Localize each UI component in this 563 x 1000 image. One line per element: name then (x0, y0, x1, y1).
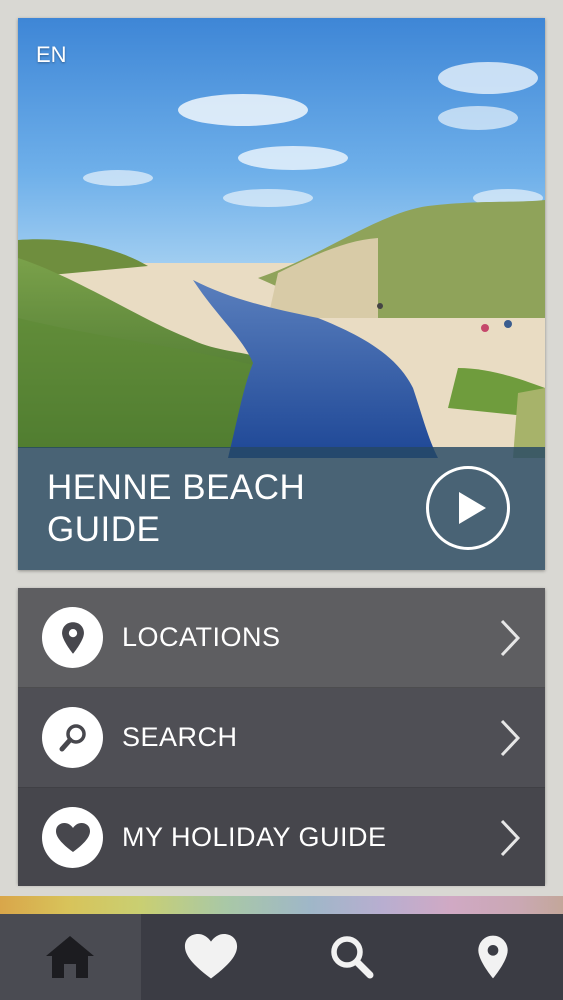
menu-item-label: MY HOLIDAY GUIDE (122, 822, 387, 852)
chevron-right-icon (500, 619, 521, 657)
chevron-right-icon (500, 819, 521, 857)
tab-locations[interactable] (422, 914, 563, 1000)
color-strip (0, 896, 563, 914)
play-icon (459, 492, 486, 524)
app-title-line2: GUIDE (47, 510, 161, 549)
hero-banner[interactable]: EN HENNE BEACH GUIDE (18, 18, 545, 570)
language-toggle[interactable]: EN (36, 42, 67, 68)
map-pin-icon (61, 621, 84, 654)
menu-item-label: SEARCH (122, 722, 238, 752)
tab-home[interactable] (0, 914, 141, 1000)
menu-icon-circle (42, 807, 103, 868)
search-icon (331, 936, 374, 979)
title-band: HENNE BEACH GUIDE (18, 447, 545, 570)
menu-item-search[interactable]: SEARCH (18, 688, 545, 788)
app-title-line1: HENNE BEACH (47, 468, 306, 507)
heart-icon (55, 822, 90, 852)
menu-icon-circle (42, 607, 103, 668)
menu-icon-circle (42, 707, 103, 768)
tab-search[interactable] (282, 914, 423, 1000)
menu-item-my-holiday-guide[interactable]: MY HOLIDAY GUIDE (18, 788, 545, 886)
main-menu: LOCATIONS SEARCH MY HOLIDAY GUIDE (18, 588, 545, 886)
menu-item-locations[interactable]: LOCATIONS (18, 588, 545, 688)
tab-favorites[interactable] (141, 914, 282, 1000)
menu-item-label: LOCATIONS (122, 622, 281, 652)
home-icon (46, 936, 95, 978)
map-pin-icon (477, 935, 508, 979)
app-title: HENNE BEACH GUIDE (47, 467, 305, 551)
bottom-tab-bar (0, 914, 563, 1000)
play-button[interactable] (426, 466, 510, 550)
heart-icon (185, 934, 238, 979)
search-icon (59, 723, 86, 751)
chevron-right-icon (500, 719, 521, 757)
